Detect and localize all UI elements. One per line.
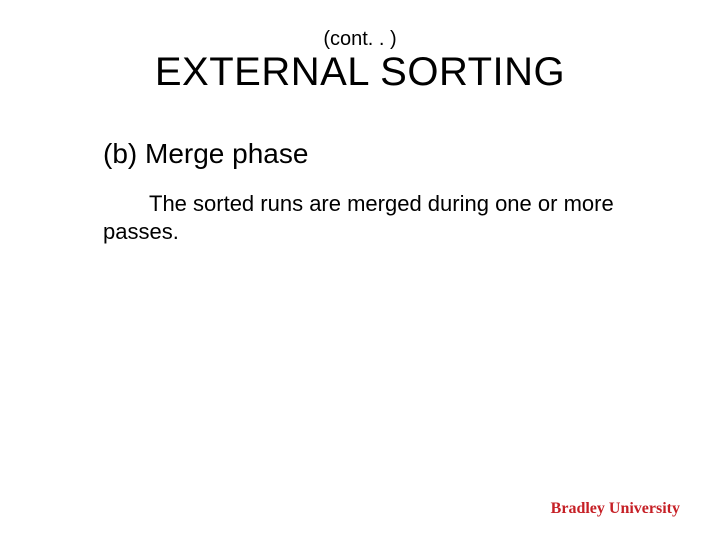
slide: (cont. . ) EXTERNAL SORTING (b) Merge ph… (0, 0, 720, 540)
body-paragraph: The sorted runs are merged during one or… (103, 190, 623, 245)
footer-institution: Bradley University (551, 500, 680, 518)
page-title: EXTERNAL SORTING (0, 50, 720, 95)
section-subheading: (b) Merge phase (103, 138, 308, 170)
continuation-label: (cont. . ) (0, 28, 720, 51)
